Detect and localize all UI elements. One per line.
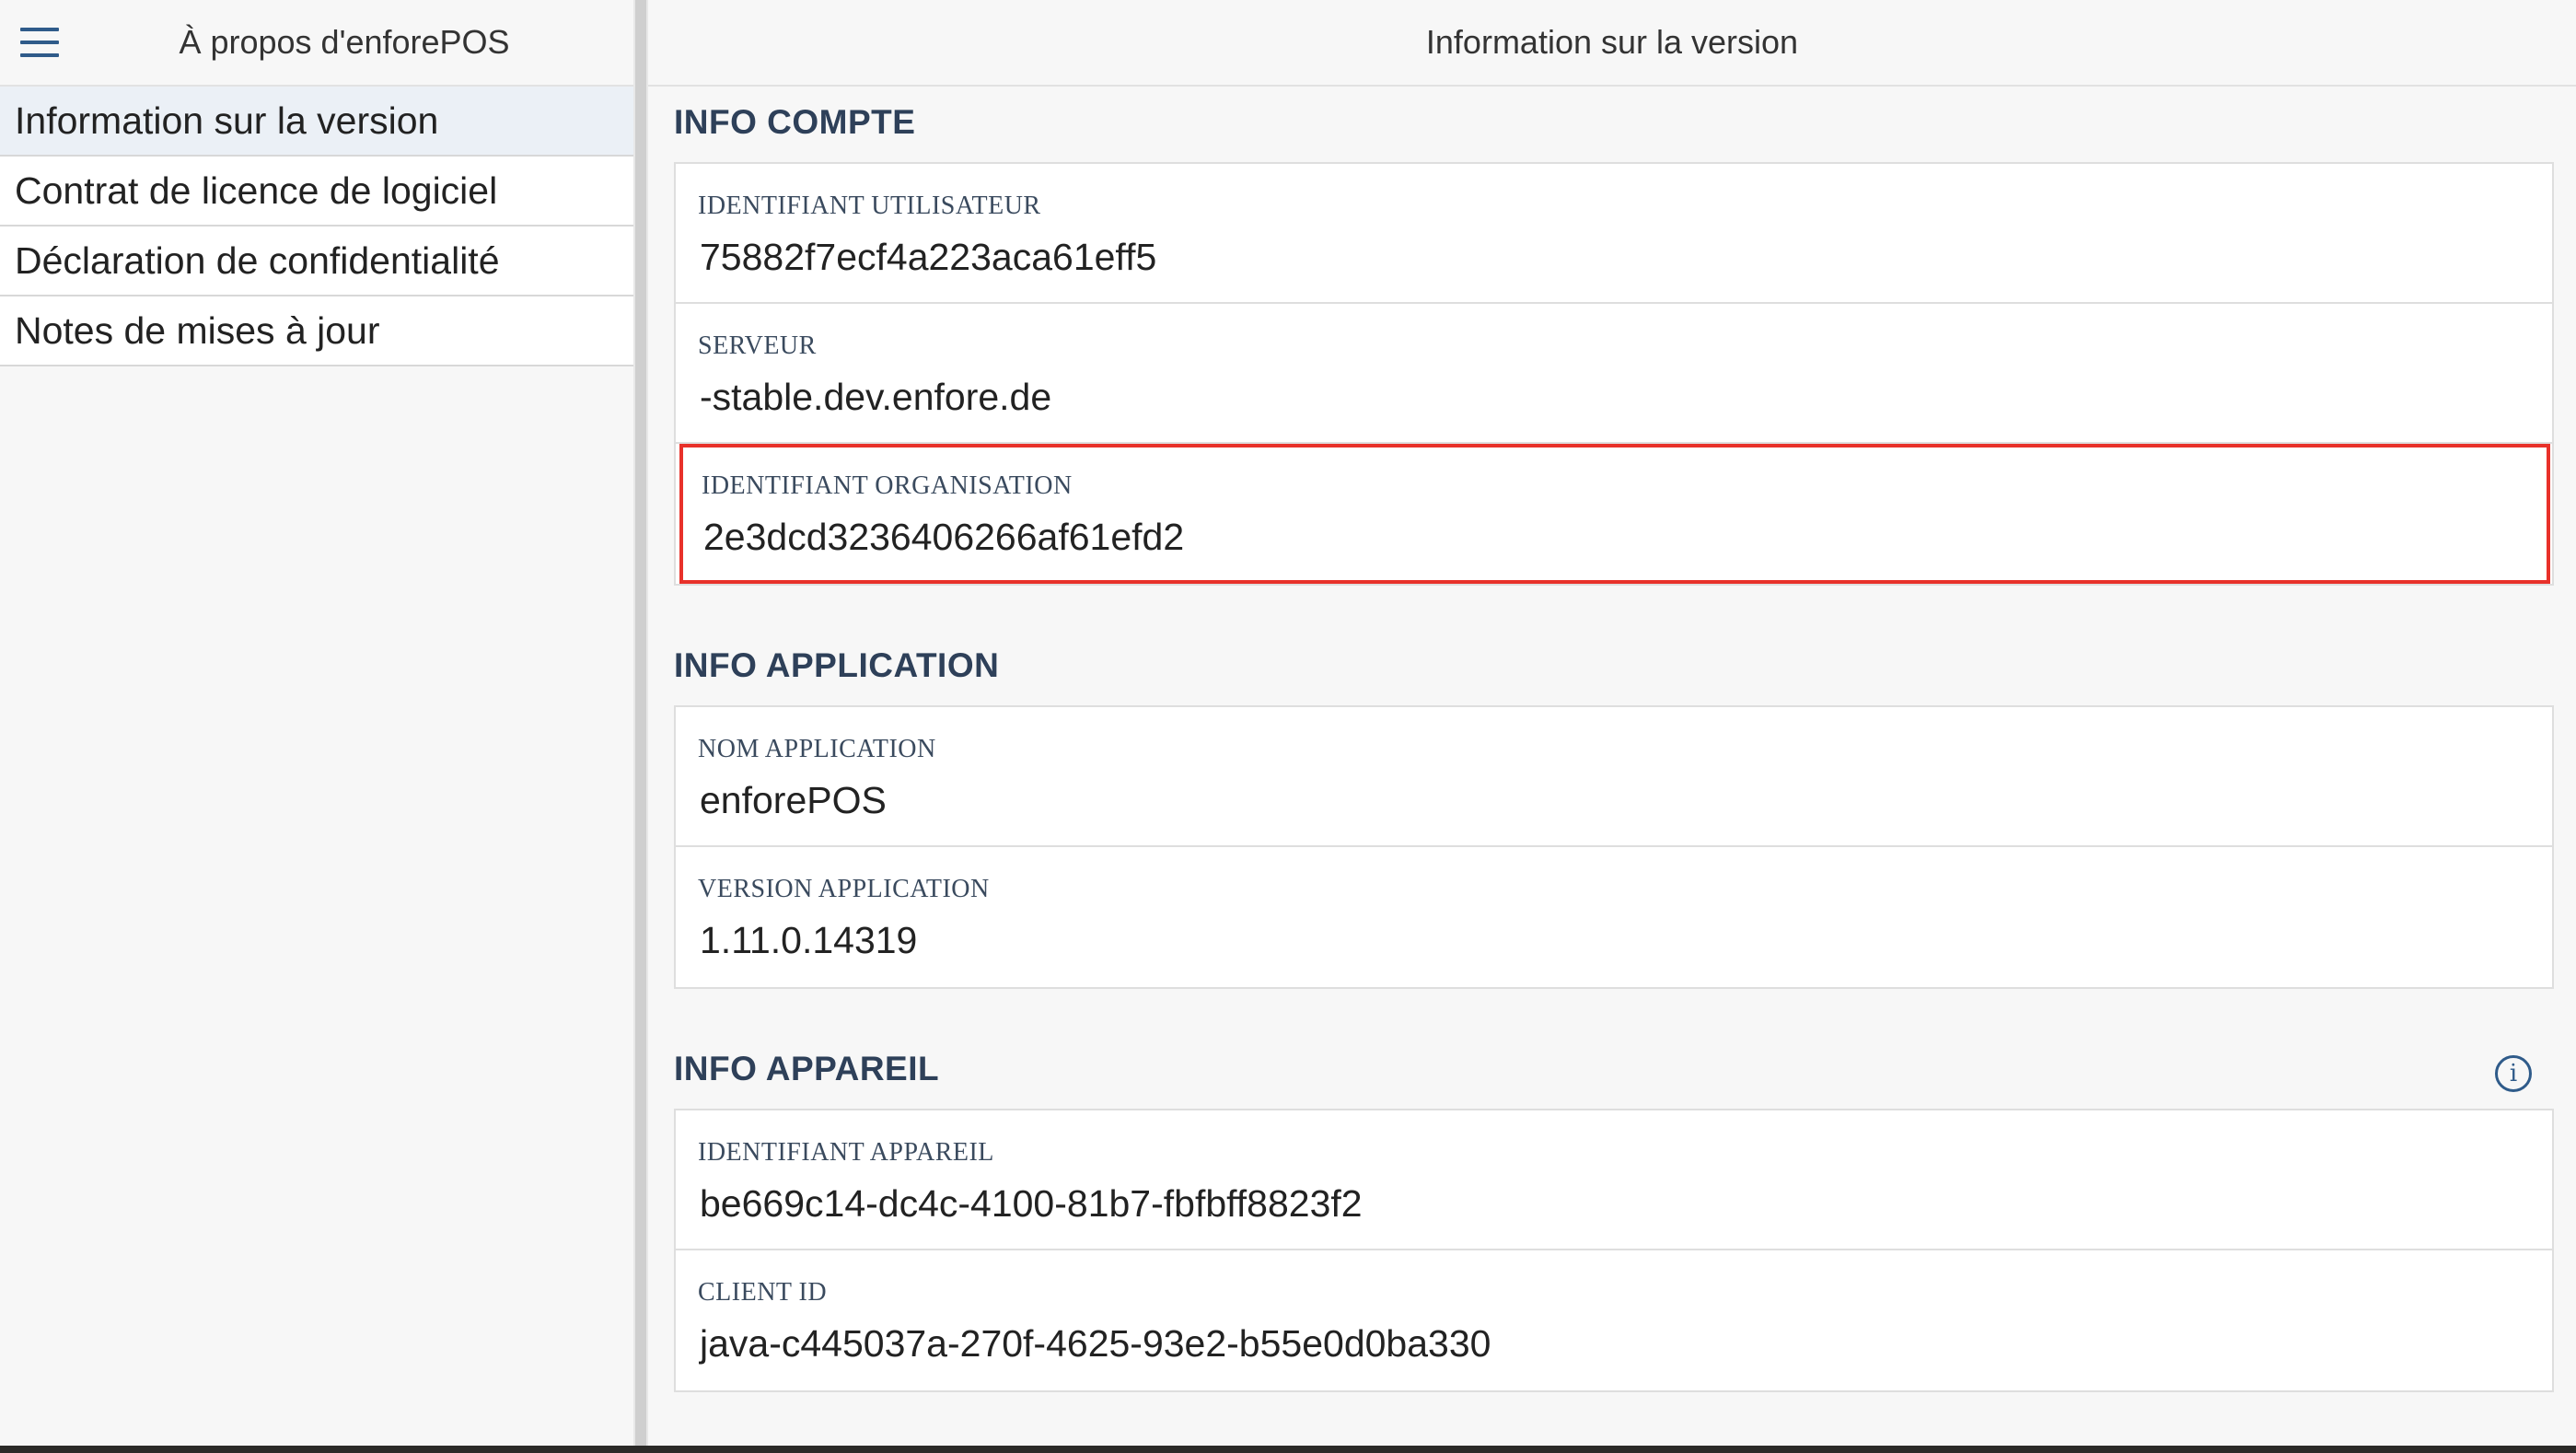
sidebar-item-release-notes[interactable]: Notes de mises à jour (0, 296, 633, 366)
section-title-account: INFO COMPTE (674, 103, 916, 141)
field-value: java-c445037a-270f-4625-93e2-b55e0d0ba33… (700, 1322, 1491, 1365)
sidebar-header: À propos d'enforePOS (0, 0, 633, 87)
sidebar-item-privacy[interactable]: Déclaration de confidentialité (0, 227, 633, 296)
sidebar-nav: Information sur la version Contrat de li… (0, 87, 633, 366)
organization-id-row: IDENTIFIANT ORGANISATION 2e3dcd323640626… (679, 444, 2550, 584)
menu-icon[interactable] (20, 26, 59, 59)
device-info-card: IDENTIFIANT APPAREIL be669c14-dc4c-4100-… (674, 1109, 2554, 1392)
field-value: -stable.dev.enfore.de (700, 376, 1052, 418)
field-label: VERSION APPLICATION (698, 875, 990, 903)
field-label: NOM APPLICATION (698, 735, 936, 763)
device-id-row: IDENTIFIANT APPAREIL be669c14-dc4c-4100-… (676, 1110, 2552, 1250)
section-title-device: INFO APPAREIL (674, 1050, 940, 1087)
field-value: be669c14-dc4c-4100-81b7-fbfbff8823f2 (700, 1182, 1363, 1225)
field-label: IDENTIFIANT APPAREIL (698, 1138, 994, 1167)
app-name-row: NOM APPLICATION enforePOS (676, 707, 2552, 847)
client-id-row: CLIENT ID java-c445037a-270f-4625-93e2-b… (676, 1250, 2552, 1390)
field-label: IDENTIFIANT ORGANISATION (702, 471, 1073, 500)
sidebar-item-version-info[interactable]: Information sur la version (0, 87, 633, 157)
menu-icon-bar (20, 41, 59, 44)
field-value: 1.11.0.14319 (700, 919, 918, 961)
sidebar-title: À propos d'enforePOS (179, 23, 510, 61)
page-title: Information sur la version (648, 0, 2576, 87)
field-label: SERVEUR (698, 331, 817, 360)
menu-icon-bar (20, 28, 59, 31)
field-value: 75882f7ecf4a223aca61eff5 (700, 236, 1157, 278)
account-info-card: IDENTIFIANT UTILISATEUR 75882f7ecf4a223a… (674, 162, 2554, 586)
split-divider[interactable] (633, 0, 648, 1446)
user-id-row: IDENTIFIANT UTILISATEUR 75882f7ecf4a223a… (676, 164, 2552, 304)
menu-icon-bar (20, 53, 59, 57)
field-label: IDENTIFIANT UTILISATEUR (698, 192, 1041, 220)
about-window: À propos d'enforePOS Information sur la … (0, 0, 2576, 1446)
info-icon[interactable]: i (2495, 1055, 2532, 1092)
application-info-card: NOM APPLICATION enforePOS VERSION APPLIC… (674, 705, 2554, 989)
sidebar-item-license[interactable]: Contrat de licence de logiciel (0, 157, 633, 227)
app-version-row: VERSION APPLICATION 1.11.0.14319 (676, 847, 2552, 987)
sidebar: À propos d'enforePOS Information sur la … (0, 0, 633, 1446)
field-label: CLIENT ID (698, 1278, 828, 1307)
window-bottom-edge (0, 1446, 2576, 1453)
main-panel: Information sur la version INFO COMPTE I… (648, 0, 2576, 1446)
field-value: 2e3dcd3236406266af61efd2 (703, 516, 1185, 558)
section-title-application: INFO APPLICATION (674, 646, 1000, 684)
server-row: SERVEUR -stable.dev.enfore.de (676, 304, 2552, 444)
field-value: enforePOS (700, 779, 887, 821)
